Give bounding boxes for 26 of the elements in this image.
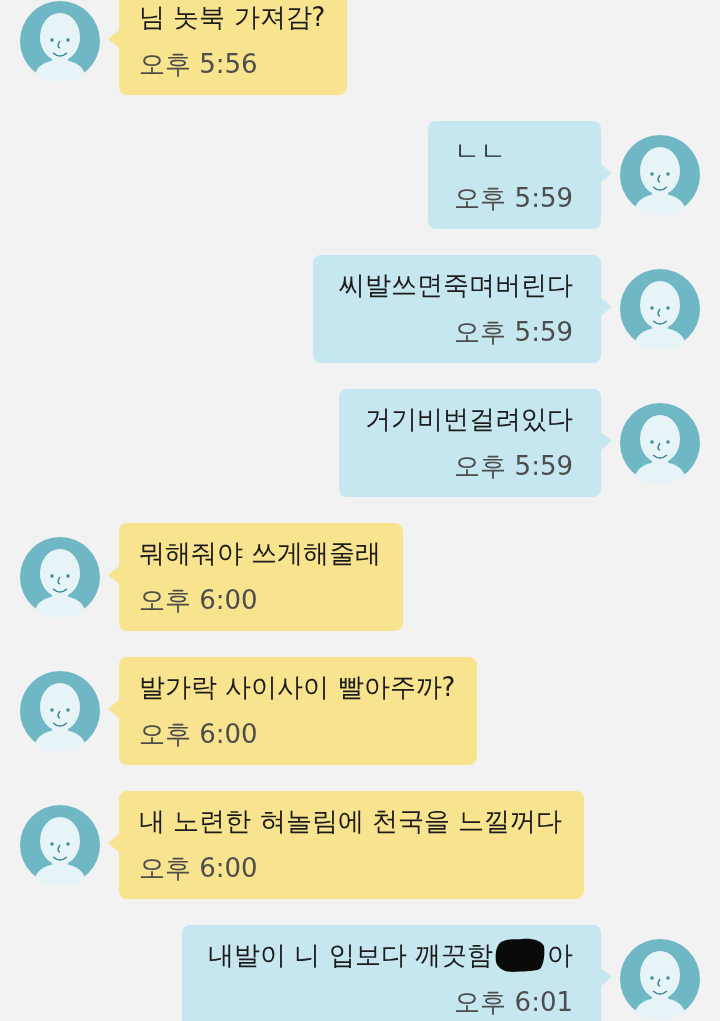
message-text: 뭐해줘야 쓰게해줄래 <box>139 537 382 570</box>
person-avatar-icon[interactable] <box>620 403 700 483</box>
message-time: 오후 5:56 <box>139 48 258 81</box>
message-time: 오후 5:59 <box>454 182 573 215</box>
message-text: 님 놋북 가져감? <box>139 1 326 34</box>
message-text: 아 <box>547 939 573 972</box>
person-avatar-icon[interactable] <box>20 805 100 885</box>
person-avatar-icon[interactable] <box>620 939 700 1019</box>
person-avatar-icon[interactable] <box>20 671 100 751</box>
message-text: 내발이 니 입보다 깨끗함 <box>208 939 493 972</box>
message-time: 오후 5:59 <box>454 316 573 349</box>
message-text: 거기비번걸려있다 <box>365 403 573 436</box>
message-text: ㄴㄴ <box>454 135 507 168</box>
message-time: 오후 6:00 <box>139 584 258 617</box>
message-time: 오후 5:59 <box>454 450 573 483</box>
message-text: 내 노련한 혀놀림에 천국을 느낄꺼다 <box>139 805 563 838</box>
person-avatar-icon[interactable] <box>620 269 700 349</box>
person-avatar-icon[interactable] <box>620 135 700 215</box>
message-text: 발가락 사이사이 빨아주까? <box>139 671 456 704</box>
message-time: 오후 6:01 <box>454 986 573 1019</box>
message-text: 씨발쓰면죽며버린다 <box>339 269 573 302</box>
scribble-redaction-icon <box>495 938 545 972</box>
message-time: 오후 6:00 <box>139 718 258 751</box>
message-time: 오후 6:00 <box>139 852 258 885</box>
person-avatar-icon[interactable] <box>20 1 100 81</box>
person-avatar-icon[interactable] <box>20 537 100 617</box>
